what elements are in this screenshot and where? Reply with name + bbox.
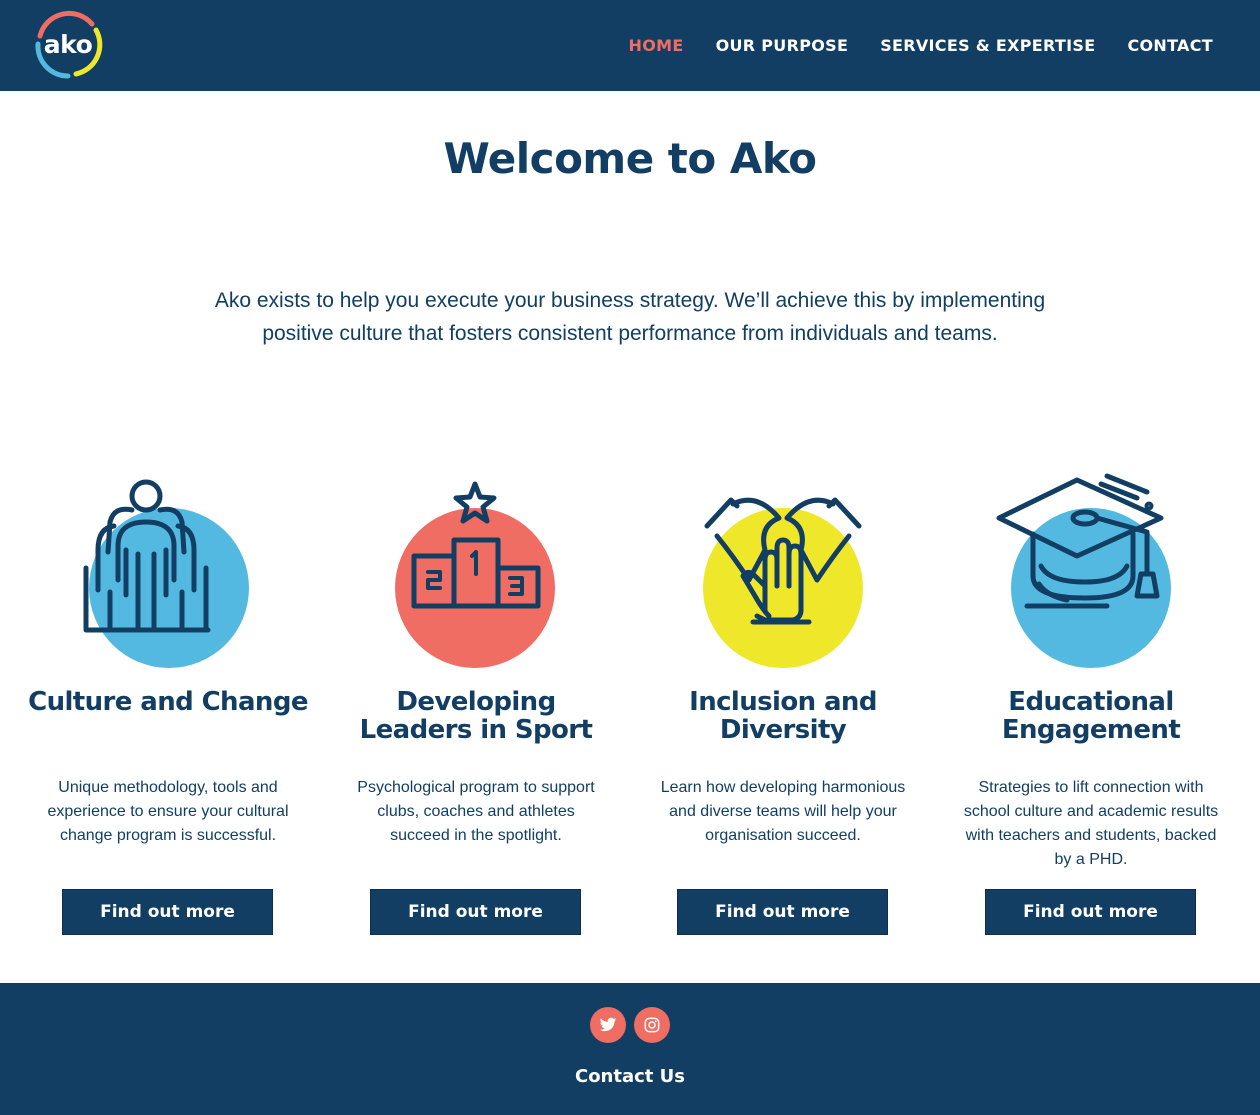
twitter-link[interactable]: [590, 1007, 626, 1043]
intro-line-1: Ako exists to help you execute your busi…: [214, 289, 1046, 312]
card-title: Inclusion and Diversity: [629, 688, 937, 744]
contact-us-link[interactable]: Contact Us: [0, 1066, 1260, 1087]
intro-text: Ako exists to help you execute your busi…: [160, 284, 1100, 350]
site-header: ako HOME OUR PURPOSE SERVICES & EXPERTIS…: [0, 0, 1260, 91]
card-title-line-2: Diversity: [719, 715, 847, 745]
card-title-line-2: Leaders in Sport: [359, 715, 593, 745]
card-description: Learn how developing harmonious and dive…: [660, 779, 906, 844]
card-title-line-1: Inclusion and: [689, 687, 877, 717]
card-title-line-2: Engagement: [1001, 715, 1181, 745]
card-title-line-1: Developing: [396, 687, 556, 717]
card-description: Psychological program to support clubs, …: [357, 779, 595, 844]
nav-services-expertise[interactable]: SERVICES & EXPERTISE: [880, 36, 1095, 55]
hands-together-icon: [703, 497, 863, 668]
instagram-icon: [644, 1017, 660, 1033]
ako-logo[interactable]: ako: [30, 8, 106, 84]
card-description: Unique methodology, tools and experience…: [47, 779, 289, 844]
find-out-more-button[interactable]: Find out more: [677, 889, 888, 935]
find-out-more-button[interactable]: Find out more: [370, 889, 581, 935]
people-group-icon: [83, 479, 249, 668]
card-title: Educational Engagement: [937, 688, 1245, 744]
page-title: Welcome to Ako: [443, 134, 817, 183]
find-out-more-button[interactable]: Find out more: [62, 889, 273, 935]
card-description: Strategies to lift connection with schoo…: [963, 779, 1219, 868]
card-title-line-1: Culture and Change: [28, 687, 308, 717]
intro-line-2: positive culture that fosters consistent…: [262, 322, 998, 345]
main-nav: HOME OUR PURPOSE SERVICES & EXPERTISE CO…: [629, 0, 1213, 91]
nav-home[interactable]: HOME: [629, 36, 684, 55]
card-title: Developing Leaders in Sport: [322, 688, 630, 744]
card-title-line-1: Educational: [1008, 687, 1174, 717]
site-footer: Contact Us: [0, 983, 1260, 1115]
twitter-icon: [599, 1017, 617, 1032]
find-out-more-button[interactable]: Find out more: [985, 889, 1196, 935]
graduation-cap-icon: [996, 473, 1171, 668]
nav-our-purpose[interactable]: OUR PURPOSE: [716, 36, 849, 55]
podium-icon: [395, 481, 555, 668]
instagram-link[interactable]: [634, 1007, 670, 1043]
card-title: Culture and Change: [14, 688, 322, 716]
logo-text: ako: [43, 30, 93, 59]
nav-contact[interactable]: CONTACT: [1127, 36, 1213, 55]
